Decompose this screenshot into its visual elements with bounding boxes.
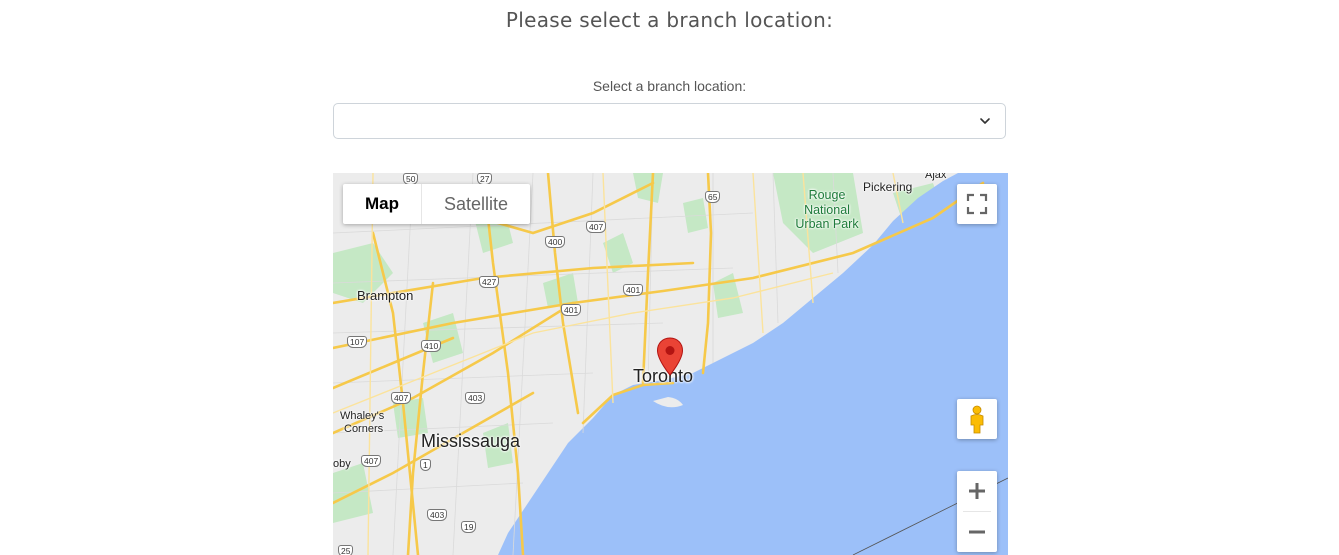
zoom-control	[957, 471, 997, 552]
map-type-satellite-button[interactable]: Satellite	[421, 184, 530, 224]
zoom-in-button[interactable]	[957, 471, 997, 511]
highway-shield: 410	[421, 340, 442, 352]
map-view[interactable]: 50 27 407 400 65 427 401 401 107 410 407…	[333, 173, 1008, 555]
map-type-control: Map Satellite	[343, 184, 531, 224]
fullscreen-button[interactable]	[957, 184, 997, 224]
map-label-whaleys: Whaley's	[340, 410, 385, 422]
highway-shield: 403	[427, 509, 448, 521]
map-label-national: National	[804, 203, 850, 217]
highway-shield: 19	[461, 521, 477, 533]
highway-shield: 401	[623, 284, 644, 296]
map-label-pickering: Pickering	[863, 180, 913, 194]
highway-shield: 1	[420, 459, 431, 471]
page-heading: Please select a branch location:	[505, 8, 834, 32]
zoom-in-icon	[969, 483, 985, 499]
highway-shield: 107	[347, 336, 368, 348]
highway-shield: 407	[361, 455, 382, 467]
map-label-rouge: Rouge	[808, 188, 846, 202]
highway-shield: 403	[465, 392, 486, 404]
highway-shield: 407	[586, 221, 607, 233]
zoom-out-button[interactable]	[957, 512, 997, 552]
zoom-out-icon	[969, 530, 985, 534]
highway-shield: 401	[561, 304, 582, 316]
map-label-oby: oby	[333, 458, 351, 470]
map-label-urban-park: Urban Park	[795, 217, 859, 231]
map-type-map-button[interactable]: Map	[343, 184, 421, 224]
pegman-icon	[970, 405, 984, 434]
chevron-down-icon	[980, 118, 990, 124]
highway-shield: 407	[391, 392, 412, 404]
map-label-ajax: Ajax	[925, 173, 947, 181]
map-label-mississauga: Mississauga	[421, 431, 521, 451]
map-label-brampton: Brampton	[357, 288, 414, 303]
fullscreen-icon	[966, 193, 988, 215]
map-label-corners: Corners	[344, 423, 384, 435]
highway-shield: 427	[479, 276, 500, 288]
highway-shield: 65	[705, 191, 721, 203]
highway-shield: 400	[545, 236, 566, 248]
street-view-button[interactable]	[957, 399, 997, 439]
branch-select-label: Select a branch location:	[592, 78, 747, 94]
branch-location-select[interactable]	[333, 103, 1006, 139]
map-marker-icon[interactable]	[656, 337, 684, 377]
highway-shield: 25	[338, 545, 354, 555]
